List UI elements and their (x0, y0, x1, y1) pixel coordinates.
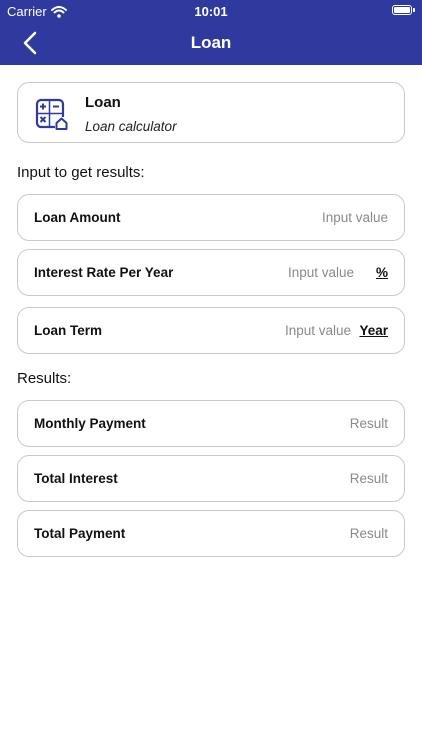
total-payment-label: Total Payment (34, 526, 126, 541)
total-interest-label: Total Interest (34, 471, 118, 486)
card-title: Loan (85, 94, 121, 111)
interest-rate-row: Interest Rate Per Year % (17, 249, 405, 296)
loan-term-row: Loan Term Year (17, 307, 405, 354)
loan-amount-input[interactable] (228, 210, 388, 225)
battery-icon (392, 5, 415, 15)
loan-amount-label: Loan Amount (34, 210, 121, 225)
loan-amount-row: Loan Amount (17, 194, 405, 241)
interest-rate-label: Interest Rate Per Year (34, 265, 174, 280)
status-time: 10:01 (194, 4, 228, 19)
interest-rate-unit-button[interactable]: % (376, 265, 388, 280)
navigation-bar: Loan (0, 22, 422, 65)
monthly-payment-row: Monthly Payment Result (17, 400, 405, 447)
results-section-label: Results: (17, 370, 72, 387)
monthly-payment-label: Monthly Payment (34, 416, 146, 431)
inputs-section-label: Input to get results: (17, 164, 145, 181)
loan-term-unit-button[interactable]: Year (359, 323, 388, 338)
calculator-header-card: Loan Loan calculator (17, 82, 405, 143)
monthly-payment-value: Result (349, 416, 388, 431)
total-payment-row: Total Payment Result (17, 510, 405, 557)
card-subtitle: Loan calculator (85, 119, 177, 134)
interest-rate-input[interactable] (194, 265, 354, 280)
total-interest-row: Total Interest Result (17, 455, 405, 502)
page-title: Loan (190, 33, 232, 52)
total-interest-value: Result (349, 471, 388, 486)
loan-term-input[interactable] (191, 323, 351, 338)
calculator-icon (35, 98, 68, 130)
total-payment-value: Result (349, 526, 388, 541)
status-bar: Carrier 10:01 (0, 0, 422, 22)
loan-term-label: Loan Term (34, 323, 103, 338)
